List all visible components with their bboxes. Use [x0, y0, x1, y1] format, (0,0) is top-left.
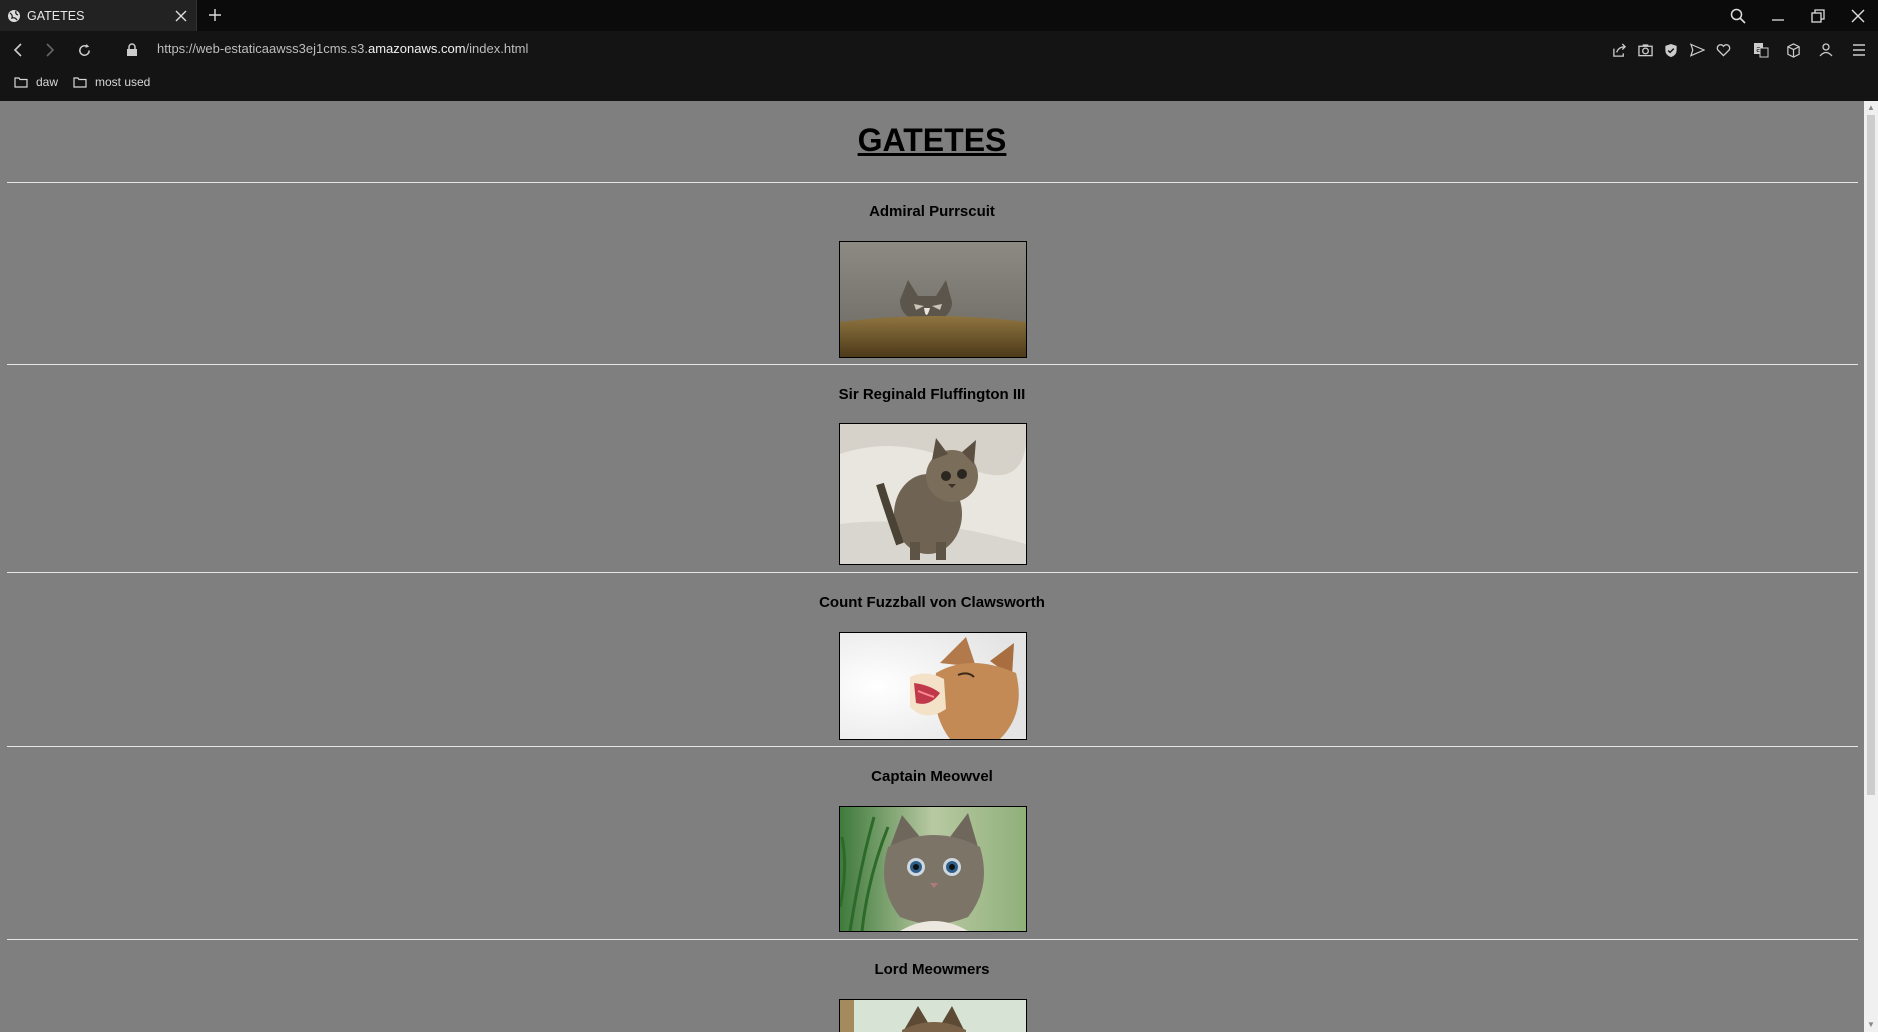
bookmark-folder-daw[interactable]: daw	[14, 75, 58, 89]
scroll-down-icon[interactable]: ▼	[1867, 1021, 1875, 1029]
cat-image	[839, 423, 1027, 565]
tab-bar: GATETES	[0, 0, 1878, 31]
cube-icon[interactable]	[1782, 39, 1804, 61]
scrollbar-thumb[interactable]	[1867, 115, 1875, 795]
cat-image	[839, 632, 1027, 740]
new-tab-button[interactable]	[204, 4, 226, 26]
back-icon[interactable]	[7, 39, 29, 61]
search-tabs-icon[interactable]	[1718, 0, 1758, 31]
bookmark-label: most used	[95, 75, 151, 89]
folder-icon	[14, 77, 28, 88]
bookmark-folder-most-used[interactable]: most used	[73, 75, 150, 89]
url-suffix: /index.html	[465, 41, 529, 56]
tab-gatetes[interactable]: GATETES	[0, 0, 197, 31]
globe-icon	[7, 9, 21, 23]
page-scrollbar[interactable]: ▲ ▼	[1864, 101, 1878, 1032]
heart-icon[interactable]	[1712, 39, 1734, 61]
tab-title: GATETES	[27, 8, 85, 23]
address-bar: https://web-estaticaawss3ej1cms.s3.amazo…	[0, 31, 1878, 68]
cat-image	[839, 999, 1027, 1032]
bookmark-label: daw	[36, 75, 59, 89]
lock-icon[interactable]	[121, 39, 143, 61]
divider	[7, 939, 1858, 940]
bookmarks-bar: daw most used	[0, 68, 1878, 101]
url-prefix: https://web-estaticaawss3ej1cms.s3.	[157, 41, 368, 56]
folder-icon	[73, 77, 87, 88]
camera-icon[interactable]	[1634, 39, 1656, 61]
divider	[7, 364, 1858, 365]
send-icon[interactable]	[1686, 39, 1708, 61]
url-field[interactable]: https://web-estaticaawss3ej1cms.s3.amazo…	[157, 41, 528, 56]
menu-icon[interactable]	[1848, 39, 1870, 61]
cat-name: Admiral Purrscuit	[869, 203, 995, 220]
close-tab-icon[interactable]	[172, 7, 190, 25]
translate-icon[interactable]: a	[1750, 39, 1772, 61]
cat-image	[839, 241, 1027, 358]
cat-name: Count Fuzzball von Clawsworth	[819, 594, 1045, 611]
divider	[7, 746, 1858, 747]
share-icon[interactable]	[1608, 39, 1630, 61]
forward-icon[interactable]	[39, 39, 61, 61]
restore-icon[interactable]	[1798, 0, 1838, 31]
cat-name: Lord Meowmers	[874, 961, 990, 978]
close-window-icon[interactable]	[1838, 0, 1878, 31]
reload-icon[interactable]	[73, 39, 95, 61]
divider	[7, 572, 1858, 573]
divider	[7, 182, 1858, 183]
shield-icon[interactable]	[1660, 39, 1682, 61]
cat-name: Sir Reginald Fluffington III	[838, 386, 1026, 403]
page-title: GATETES	[857, 122, 1007, 158]
account-icon[interactable]	[1815, 39, 1837, 61]
scroll-up-icon[interactable]: ▲	[1867, 104, 1875, 112]
minimize-icon[interactable]	[1758, 0, 1798, 31]
url-domain: amazonaws.com	[367, 41, 466, 56]
cat-image	[839, 806, 1027, 932]
cat-name: Captain Meowvel	[871, 768, 993, 785]
page-content: GATETES Admiral Purrscuit Sir Reginald F…	[0, 101, 1864, 1032]
